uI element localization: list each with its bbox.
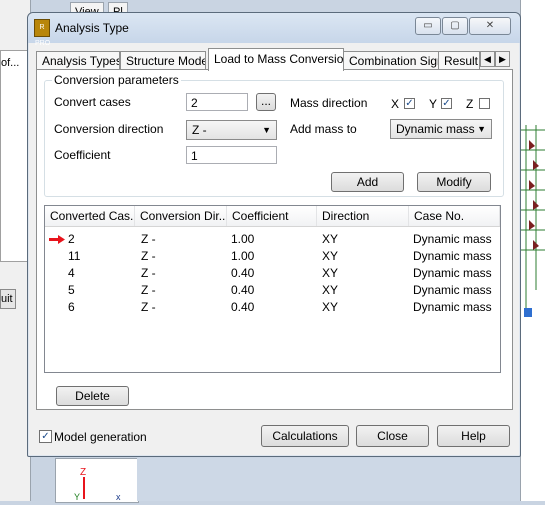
cell-direction: XY bbox=[322, 249, 339, 263]
conversion-direction-value: Z - bbox=[192, 123, 207, 137]
selected-row-pointer-icon bbox=[49, 235, 65, 244]
model-generation-label: Model generation bbox=[54, 430, 147, 444]
mass-x-label: X bbox=[391, 97, 400, 111]
column-header-conversion-direction[interactable]: Conversion Dir... bbox=[135, 206, 227, 226]
cell-case-no: Dynamic mass bbox=[413, 249, 492, 263]
tab-result[interactable]: Result F bbox=[438, 51, 480, 70]
conversion-parameters-group: Conversion parameters Convert cases 2 ..… bbox=[44, 73, 504, 197]
add-mass-to-label: Add mass to bbox=[290, 122, 357, 136]
add-mass-to-value: Dynamic mass bbox=[396, 122, 475, 136]
table-row[interactable]: 11 Z - 1.00 XY Dynamic mass bbox=[45, 248, 500, 265]
tab-strip: Analysis Types Structure Model Load to M… bbox=[36, 48, 511, 71]
coefficient-label: Coefficient bbox=[54, 148, 111, 162]
cell-direction: XY bbox=[322, 232, 339, 246]
cell-case-no: Dynamic mass bbox=[413, 266, 492, 280]
group-title: Conversion parameters bbox=[52, 73, 181, 87]
close-window-button[interactable]: ✕ bbox=[469, 17, 511, 35]
dialog-titlebar[interactable]: R PRO Analysis Type ▭ ▢ ✕ bbox=[28, 13, 520, 47]
mass-y-label: Y bbox=[429, 97, 438, 111]
close-button[interactable]: Close bbox=[356, 425, 429, 447]
table-row[interactable]: 4 Z - 0.40 XY Dynamic mass bbox=[45, 265, 500, 282]
add-mass-to-select[interactable]: Dynamic mass ▼ bbox=[390, 119, 492, 139]
tab-scroll-right-icon[interactable]: ▶ bbox=[495, 51, 510, 67]
cell-direction: XY bbox=[322, 266, 339, 280]
column-header-direction[interactable]: Direction bbox=[317, 206, 409, 226]
cell-case: 6 bbox=[68, 300, 75, 314]
modify-button[interactable]: Modify bbox=[417, 172, 491, 192]
cell-conversion-direction: Z - bbox=[141, 232, 156, 246]
delete-button[interactable]: Delete bbox=[56, 386, 129, 406]
tab-structure-model[interactable]: Structure Model bbox=[120, 51, 206, 70]
mass-x-checkbox[interactable]: ✓ bbox=[404, 98, 415, 109]
cell-case-no: Dynamic mass bbox=[413, 300, 492, 314]
convert-cases-label: Convert cases bbox=[54, 95, 131, 109]
conversion-direction-select[interactable]: Z - ▼ bbox=[186, 120, 277, 140]
mass-direction-label: Mass direction bbox=[290, 96, 368, 110]
cell-coefficient: 0.40 bbox=[231, 283, 255, 297]
cell-case: 4 bbox=[68, 266, 75, 280]
column-header-converted-case[interactable]: Converted Cas... bbox=[45, 206, 135, 226]
mass-y-checkbox[interactable]: ✓ bbox=[441, 98, 452, 109]
cell-coefficient: 0.40 bbox=[231, 266, 255, 280]
table-header: Converted Cas... Conversion Dir... Coeff… bbox=[45, 206, 500, 227]
tab-combination-sign[interactable]: Combination Sign bbox=[343, 51, 439, 70]
tab-analysis-types[interactable]: Analysis Types bbox=[36, 51, 120, 70]
cell-case: 2 bbox=[68, 232, 75, 246]
minimize-button[interactable]: ▭ bbox=[415, 17, 441, 35]
tab-panel-load-to-mass: Conversion parameters Convert cases 2 ..… bbox=[36, 69, 513, 410]
structure-graphic bbox=[521, 125, 545, 317]
add-button[interactable]: Add bbox=[331, 172, 404, 192]
chevron-down-icon: ▼ bbox=[477, 124, 486, 134]
svg-text:Z: Z bbox=[80, 467, 86, 478]
table-row[interactable]: 2 Z - 1.00 XY Dynamic mass bbox=[45, 231, 500, 248]
cell-coefficient: 1.00 bbox=[231, 232, 255, 246]
axis-icon: Z Y x bbox=[74, 467, 121, 502]
browse-cases-button[interactable]: ... bbox=[256, 93, 276, 111]
cell-case: 11 bbox=[68, 249, 81, 263]
background-tree-item[interactable]: of... bbox=[1, 57, 19, 69]
app-icon: R PRO bbox=[34, 19, 50, 47]
cell-case-no: Dynamic mass bbox=[413, 232, 492, 246]
cell-coefficient: 1.00 bbox=[231, 249, 255, 263]
calculations-button[interactable]: Calculations bbox=[261, 425, 349, 447]
cell-case: 5 bbox=[68, 283, 75, 297]
background-tree-panel: of... bbox=[0, 50, 30, 262]
tab-load-to-mass-conversion[interactable]: Load to Mass Conversion bbox=[208, 48, 344, 71]
cell-conversion-direction: Z - bbox=[141, 249, 156, 263]
conversions-table[interactable]: Converted Cas... Conversion Dir... Coeff… bbox=[44, 205, 501, 373]
cell-direction: XY bbox=[322, 300, 339, 314]
table-row[interactable]: 5 Z - 0.40 XY Dynamic mass bbox=[45, 282, 500, 299]
mass-z-checkbox[interactable] bbox=[479, 98, 490, 109]
model-generation-checkbox[interactable]: ✓ bbox=[39, 430, 52, 443]
cell-conversion-direction: Z - bbox=[141, 300, 156, 314]
structure-view bbox=[520, 0, 545, 501]
tab-scroll-left-icon[interactable]: ◀ bbox=[480, 51, 495, 67]
dialog-title: Analysis Type bbox=[55, 21, 129, 35]
dialog-footer: ✓ Model generation Calculations Close He… bbox=[28, 423, 520, 453]
chevron-down-icon: ▼ bbox=[262, 125, 271, 135]
convert-cases-input[interactable]: 2 bbox=[186, 93, 248, 111]
cell-conversion-direction: Z - bbox=[141, 283, 156, 297]
cell-conversion-direction: Z - bbox=[141, 266, 156, 280]
table-row[interactable]: 6 Z - 0.40 XY Dynamic mass bbox=[45, 299, 500, 316]
restore-button[interactable]: ▢ bbox=[442, 17, 468, 35]
column-header-coefficient[interactable]: Coefficient bbox=[227, 206, 317, 226]
background-workspace bbox=[137, 458, 520, 501]
cell-coefficient: 0.40 bbox=[231, 300, 255, 314]
cell-case-no: Dynamic mass bbox=[413, 283, 492, 297]
conversion-direction-label: Conversion direction bbox=[54, 122, 164, 136]
coefficient-input[interactable]: 1 bbox=[186, 146, 277, 164]
cell-direction: XY bbox=[322, 283, 339, 297]
help-button[interactable]: Help bbox=[437, 425, 510, 447]
mass-z-label: Z bbox=[466, 97, 474, 111]
column-header-case-no[interactable]: Case No. bbox=[409, 206, 500, 226]
axis-view: Z Y x bbox=[55, 458, 139, 503]
analysis-type-dialog: R PRO Analysis Type ▭ ▢ ✕ Analysis Types… bbox=[27, 12, 521, 457]
background-button[interactable]: uit bbox=[0, 289, 16, 309]
